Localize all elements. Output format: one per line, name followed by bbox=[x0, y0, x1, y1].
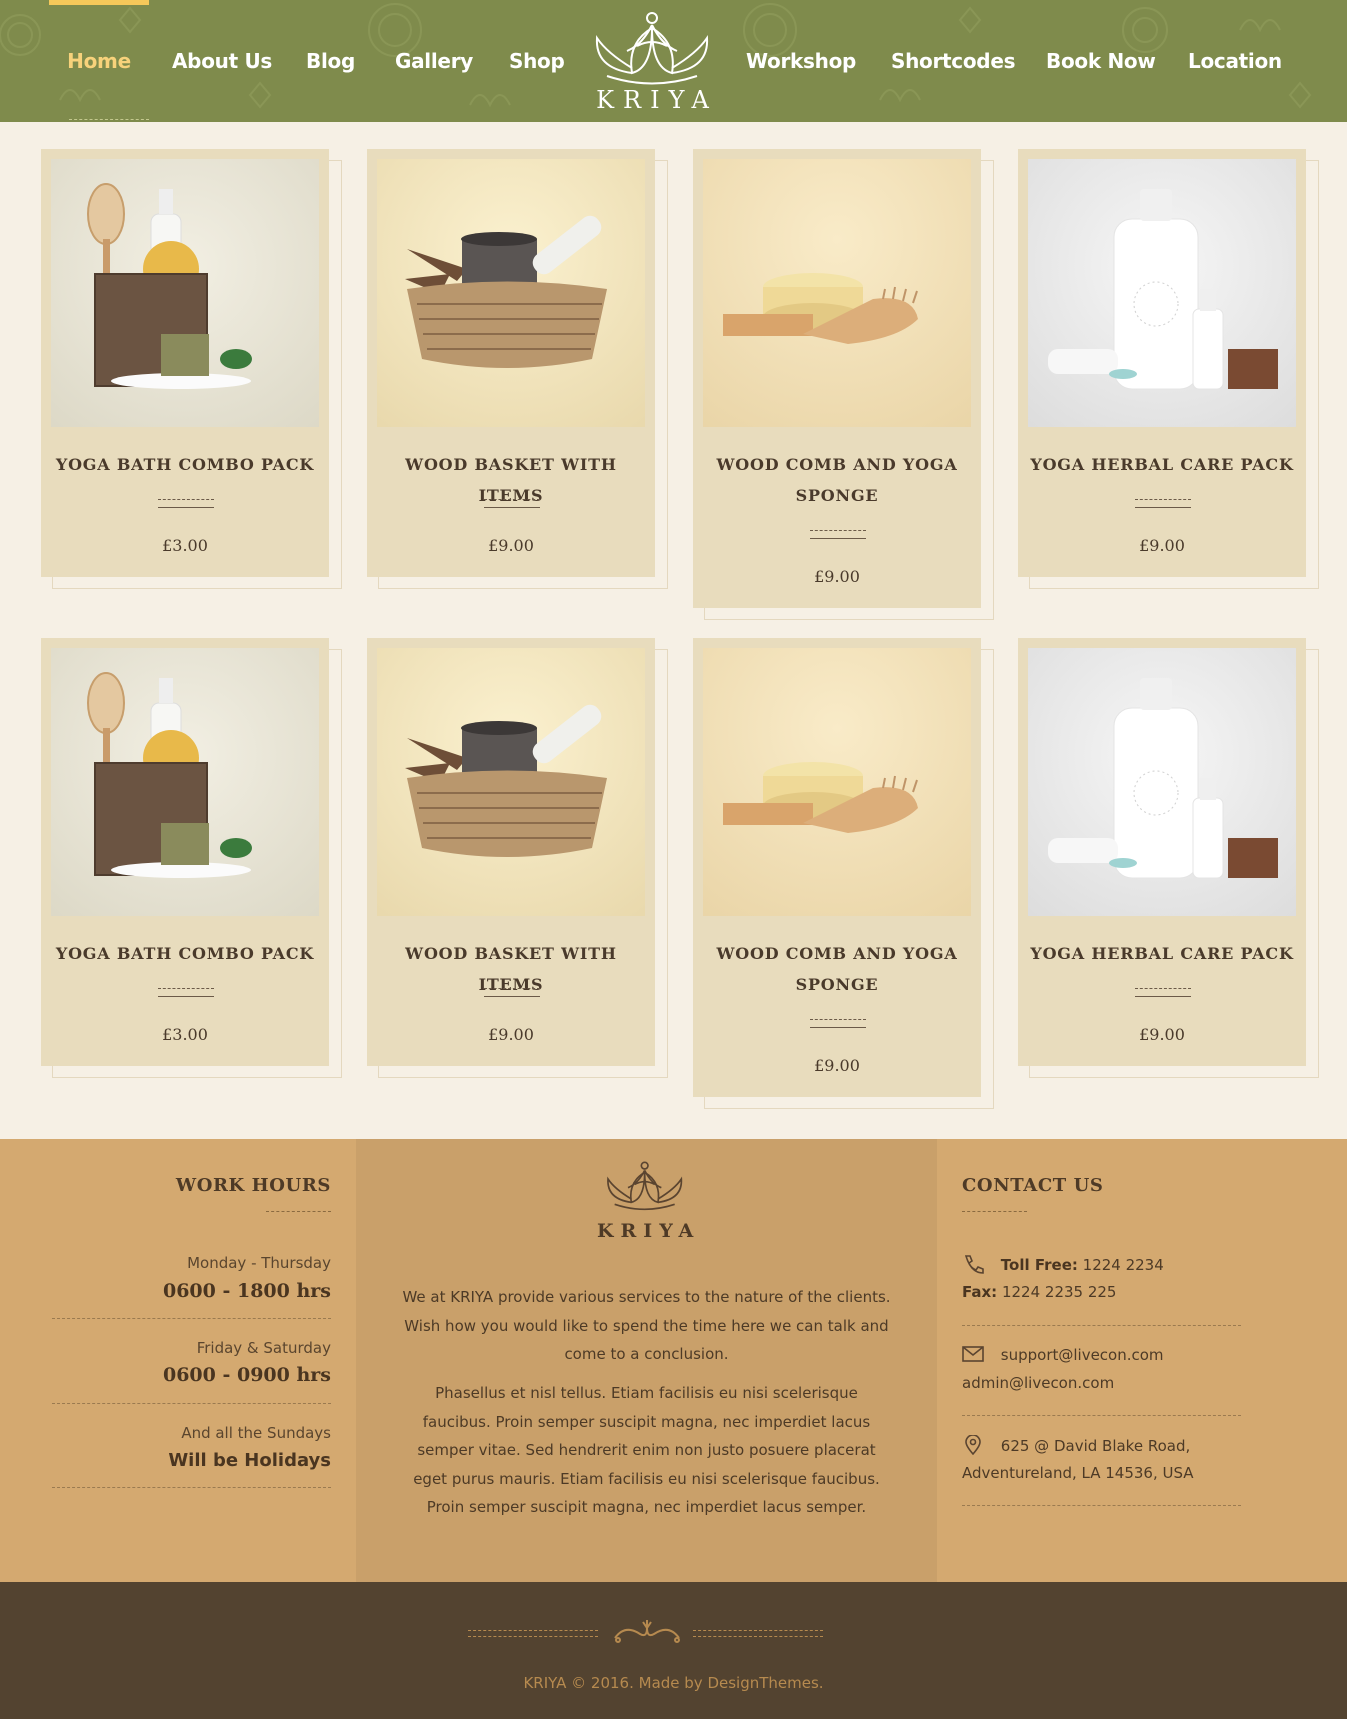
site-header: Home About Us Blog Gallery Shop Workshop… bbox=[0, 0, 1347, 122]
product-title[interactable]: Wood Comb and Yoga Sponge bbox=[703, 938, 971, 1000]
product-divider bbox=[1135, 499, 1191, 508]
active-indicator bbox=[49, 0, 149, 5]
product-card[interactable]: Yoga Bath Combo Pack £3.00 bbox=[41, 149, 329, 577]
product-price: £3.00 bbox=[162, 1025, 208, 1044]
hours-divider bbox=[52, 1318, 331, 1319]
contact-divider bbox=[962, 1325, 1241, 1326]
product-title[interactable]: Wood Comb and Yoga Sponge bbox=[703, 449, 971, 511]
contact-divider bbox=[962, 1505, 1241, 1506]
hours-divider bbox=[52, 1487, 331, 1488]
nav-workshop[interactable]: Workshop bbox=[746, 44, 856, 78]
nav-book-now[interactable]: Book Now bbox=[1046, 44, 1156, 78]
nav-about-us[interactable]: About Us bbox=[172, 44, 272, 78]
hours-value-sundays: Will be Holidays bbox=[168, 1450, 331, 1471]
toll-free-line: Toll Free: 1224 2234 bbox=[962, 1254, 1164, 1274]
product-divider bbox=[158, 988, 214, 997]
fax-label: Fax: bbox=[962, 1283, 998, 1301]
contact-heading: CONTACT US bbox=[962, 1175, 1104, 1196]
product-image[interactable] bbox=[377, 159, 645, 427]
work-hours-heading: WORK HOURS bbox=[175, 1175, 331, 1196]
hours-divider bbox=[52, 1403, 331, 1404]
product-image[interactable] bbox=[51, 159, 319, 427]
about-paragraph-1: We at KRIYA provide various services to … bbox=[402, 1288, 891, 1363]
header-logo[interactable]: KRIYA bbox=[585, 8, 720, 116]
address-city: Adventureland, LA 14536, USA bbox=[962, 1464, 1194, 1482]
map-pin-icon bbox=[965, 1434, 981, 1456]
product-image[interactable] bbox=[377, 648, 645, 916]
product-divider bbox=[484, 499, 540, 508]
hours-value-weekdays: 0600 - 1800 hrs bbox=[162, 1280, 331, 1302]
product-title[interactable]: Yoga Bath Combo Pack bbox=[51, 938, 319, 969]
lotus-icon bbox=[607, 1161, 683, 1211]
ornament-line-right bbox=[693, 1630, 823, 1637]
product-price: £9.00 bbox=[1139, 1025, 1185, 1044]
product-divider bbox=[484, 988, 540, 997]
nav-blog[interactable]: Blog bbox=[306, 44, 355, 78]
fax-line: Fax: 1224 2235 225 bbox=[962, 1283, 1116, 1301]
envelope-icon bbox=[962, 1346, 984, 1362]
product-image[interactable] bbox=[703, 648, 971, 916]
work-hours-heading-rule bbox=[266, 1211, 331, 1212]
product-title[interactable]: Yoga Herbal Care Pack bbox=[1028, 938, 1296, 969]
product-price: £9.00 bbox=[1139, 536, 1185, 555]
product-image[interactable] bbox=[1028, 159, 1296, 427]
product-divider bbox=[158, 499, 214, 508]
nav-shop[interactable]: Shop bbox=[509, 44, 565, 78]
product-image[interactable] bbox=[1028, 648, 1296, 916]
product-card[interactable]: Yoga Bath Combo Pack £3.00 bbox=[41, 638, 329, 1066]
email-support[interactable]: support@livecon.com bbox=[1001, 1346, 1164, 1364]
contact-divider bbox=[962, 1415, 1241, 1416]
product-price: £9.00 bbox=[488, 536, 534, 555]
email-admin[interactable]: admin@livecon.com bbox=[962, 1374, 1114, 1392]
hours-value-weekend: 0600 - 0900 hrs bbox=[162, 1364, 331, 1386]
product-card[interactable]: Wood Basket with Items £9.00 bbox=[367, 149, 655, 577]
lotus-icon bbox=[595, 12, 709, 85]
product-divider bbox=[810, 530, 866, 539]
nav-location[interactable]: Location bbox=[1188, 44, 1282, 78]
product-image[interactable] bbox=[703, 159, 971, 427]
header-logo-text: KRIYA bbox=[596, 86, 718, 114]
fax-number: 1224 2235 225 bbox=[1001, 1283, 1117, 1301]
nav-active-underline bbox=[69, 119, 149, 120]
product-divider bbox=[1135, 988, 1191, 997]
product-title[interactable]: Yoga Herbal Care Pack bbox=[1028, 449, 1296, 480]
toll-free-label: Toll Free: bbox=[1000, 1256, 1078, 1274]
product-card[interactable]: Wood Comb and Yoga Sponge £9.00 bbox=[693, 149, 981, 608]
copyright-text: KRIYA © 2016. Made by DesignThemes. bbox=[523, 1674, 824, 1692]
nav-home[interactable]: Home bbox=[66, 44, 132, 78]
hours-label-weekend: Friday & Saturday bbox=[196, 1339, 331, 1357]
about-paragraph-2: Phasellus et nisl tellus. Etiam facilisi… bbox=[413, 1384, 880, 1516]
phone-icon bbox=[964, 1255, 984, 1274]
ornament-icon bbox=[614, 1620, 680, 1643]
nav-gallery[interactable]: Gallery bbox=[395, 44, 473, 78]
contact-heading-rule bbox=[962, 1211, 1027, 1212]
email-line-1: support@livecon.com bbox=[962, 1345, 1164, 1364]
product-title[interactable]: Yoga Bath Combo Pack bbox=[51, 449, 319, 480]
product-image[interactable] bbox=[51, 648, 319, 916]
product-divider bbox=[810, 1019, 866, 1028]
product-price: £3.00 bbox=[162, 536, 208, 555]
ornament-line-left bbox=[468, 1630, 598, 1637]
product-card[interactable]: Wood Basket with Items £9.00 bbox=[367, 638, 655, 1066]
footer-logo[interactable]: KRIYA bbox=[597, 1155, 693, 1242]
hours-label-sundays: And all the Sundays bbox=[181, 1424, 331, 1442]
address-street: 625 @ David Blake Road, bbox=[1000, 1437, 1191, 1455]
bottom-bar bbox=[0, 1582, 1347, 1719]
hours-label-weekdays: Monday - Thursday bbox=[187, 1254, 331, 1272]
toll-free-number[interactable]: 1224 2234 bbox=[1083, 1256, 1164, 1274]
product-price: £9.00 bbox=[488, 1025, 534, 1044]
product-price: £9.00 bbox=[814, 567, 860, 586]
nav-shortcodes[interactable]: Shortcodes bbox=[891, 44, 1016, 78]
product-card[interactable]: Yoga Herbal Care Pack £9.00 bbox=[1018, 149, 1306, 577]
product-card[interactable]: Yoga Herbal Care Pack £9.00 bbox=[1018, 638, 1306, 1066]
product-card[interactable]: Wood Comb and Yoga Sponge £9.00 bbox=[693, 638, 981, 1097]
product-price: £9.00 bbox=[814, 1056, 860, 1075]
address-line-1: 625 @ David Blake Road, bbox=[962, 1434, 1191, 1456]
footer-logo-text: KRIYA bbox=[597, 1220, 701, 1242]
